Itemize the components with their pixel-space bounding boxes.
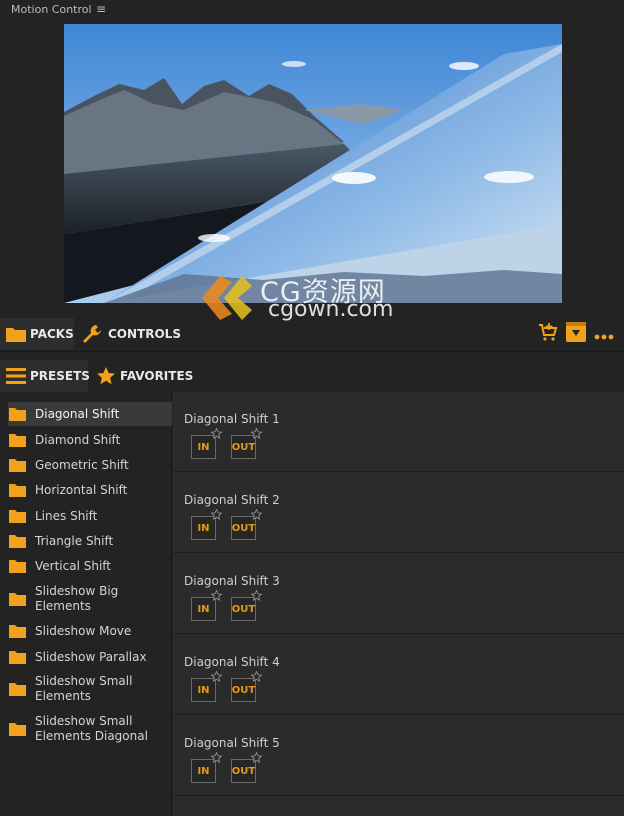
folder-icon <box>9 625 26 638</box>
favorite-star-icon[interactable] <box>211 428 222 439</box>
folder-icon <box>9 510 26 523</box>
pack-sidebar: Diagonal Shift Diamond Shift Geometric S… <box>0 392 172 816</box>
favorite-star-icon[interactable] <box>251 428 262 439</box>
favorite-star-icon[interactable] <box>211 671 222 682</box>
folder-icon <box>9 434 26 447</box>
preset-list: Diagonal Shift 1 IN OUT Diagonal Shift 2… <box>173 392 624 816</box>
folder-icon <box>9 484 26 497</box>
favorite-star-icon[interactable] <box>251 590 262 601</box>
sidebar-item-geometric-shift[interactable]: Geometric Shift <box>8 454 172 476</box>
sidebar-item-label: Slideshow Small Elements Diagonal <box>35 714 148 743</box>
folder-icon <box>9 459 26 472</box>
add-to-cart-icon[interactable] <box>538 323 558 345</box>
sidebar-item-label: Geometric Shift <box>35 457 129 472</box>
favorite-star-icon[interactable] <box>211 509 222 520</box>
sidebar-item-lines-shift[interactable]: Lines Shift <box>8 505 172 527</box>
sidebar-item-slideshow-parallax[interactable]: Slideshow Parallax <box>8 646 172 668</box>
tab-packs-label: PACKS <box>30 327 74 341</box>
favorite-star-icon[interactable] <box>211 590 222 601</box>
preset-item: Diagonal Shift 1 IN OUT <box>173 392 624 472</box>
tab-favorites-label: FAVORITES <box>120 369 194 383</box>
wrench-icon <box>82 324 104 344</box>
tab-controls[interactable]: CONTROLS <box>82 318 181 350</box>
preset-item: Diagonal Shift 2 IN OUT <box>173 473 624 553</box>
favorite-star-icon[interactable] <box>251 671 262 682</box>
tab-presets-label: PRESETS <box>30 369 90 383</box>
sidebar-item-triangle-shift[interactable]: Triangle Shift <box>8 530 172 552</box>
sidebar-item-slideshow-move[interactable]: Slideshow Move <box>8 620 172 642</box>
folder-icon <box>9 651 26 664</box>
tab-presets[interactable]: PRESETS <box>0 360 90 392</box>
tab-controls-label: CONTROLS <box>108 327 181 341</box>
tab-packs[interactable]: PACKS <box>0 318 74 350</box>
folder-icon <box>9 683 26 696</box>
preset-name: Diagonal Shift 4 <box>184 655 280 669</box>
folder-icon <box>9 560 26 573</box>
sidebar-item-label: Lines Shift <box>35 508 98 523</box>
folder-icon <box>9 408 26 421</box>
sidebar-item-label: Slideshow Small Elements <box>35 674 133 703</box>
download-box-icon[interactable] <box>566 322 586 346</box>
window-title: Motion Control <box>11 3 92 16</box>
folder-icon <box>9 535 26 548</box>
tab-favorites[interactable]: FAVORITES <box>96 360 193 392</box>
sidebar-item-slideshow-small-elements[interactable]: Slideshow Small Elements <box>8 672 172 706</box>
more-options-icon[interactable] <box>594 325 614 344</box>
sidebar-item-label: Horizontal Shift <box>35 482 128 497</box>
sidebar-item-horizontal-shift[interactable]: Horizontal Shift <box>8 479 172 501</box>
pack-nav: PACKS CONTROLS <box>0 318 624 352</box>
sidebar-item-label: Diagonal Shift <box>35 406 120 421</box>
preset-item: Diagonal Shift 3 IN OUT <box>173 554 624 634</box>
sidebar-item-diagonal-shift[interactable]: Diagonal Shift <box>8 402 172 426</box>
preset-item: Diagonal Shift 5 IN OUT <box>173 716 624 796</box>
preset-item: Diagonal Shift 4 IN OUT <box>173 635 624 715</box>
header-actions <box>538 322 614 346</box>
sidebar-item-diamond-shift[interactable]: Diamond Shift <box>8 429 172 451</box>
folder-icon <box>9 723 26 736</box>
favorite-star-icon[interactable] <box>251 509 262 520</box>
sidebar-item-slideshow-small-elements-diagonal[interactable]: Slideshow Small Elements Diagonal <box>8 712 172 746</box>
folder-icon <box>6 326 26 342</box>
preset-name: Diagonal Shift 3 <box>184 574 280 588</box>
title-bar: Motion Control ≡ <box>0 0 624 20</box>
sidebar-item-label: Vertical Shift <box>35 558 112 573</box>
folder-icon <box>9 593 26 606</box>
hamburger-icon[interactable]: ≡ <box>96 2 106 16</box>
sidebar-item-vertical-shift[interactable]: Vertical Shift <box>8 555 172 577</box>
sidebar-item-label: Triangle Shift <box>35 533 114 548</box>
sidebar-item-label: Slideshow Move <box>35 623 132 638</box>
favorite-star-icon[interactable] <box>251 752 262 763</box>
list-icon <box>6 367 26 385</box>
preset-name: Diagonal Shift 2 <box>184 493 280 507</box>
preset-nav: PRESETS FAVORITES <box>0 360 624 392</box>
sidebar-item-slideshow-big-elements[interactable]: Slideshow Big Elements <box>8 582 172 616</box>
preset-name: Diagonal Shift 1 <box>184 412 280 426</box>
sidebar-item-label: Diamond Shift <box>35 432 121 447</box>
preview-image <box>64 24 562 303</box>
star-icon <box>96 366 116 386</box>
preset-name: Diagonal Shift 5 <box>184 736 280 750</box>
favorite-star-icon[interactable] <box>211 752 222 763</box>
sidebar-item-label: Slideshow Parallax <box>35 649 147 664</box>
sidebar-item-label: Slideshow Big Elements <box>35 584 119 613</box>
